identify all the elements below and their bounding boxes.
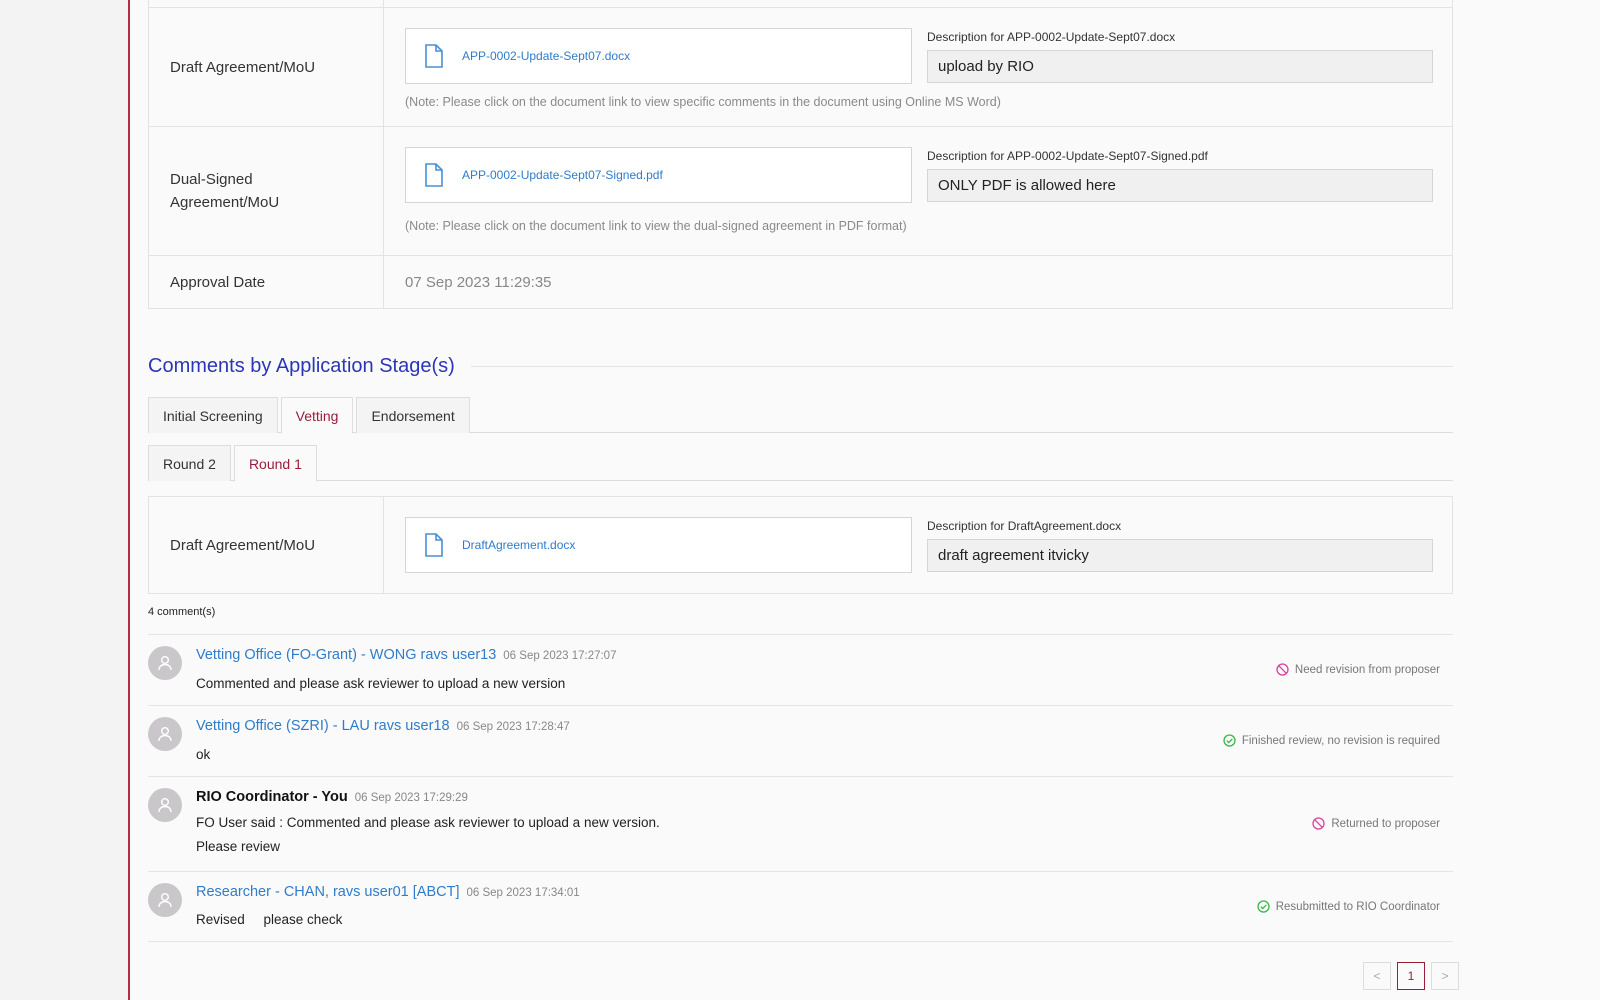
tab-initial-screening[interactable]: Initial Screening [148, 397, 278, 433]
dual-signed-description: Description for APP-0002-Update-Sept07-S… [927, 149, 1433, 202]
draft-agreement-row: Draft Agreement/MoU APP-0002-Update-Sept… [149, 7, 1452, 126]
comment-status: Resubmitted to RIO Coordinator [1257, 900, 1440, 913]
agreement-info-table: Draft Agreement/MoU APP-0002-Update-Sept… [148, 0, 1453, 309]
avatar [148, 788, 182, 822]
tab-round-1[interactable]: Round 1 [233, 445, 317, 482]
round-draft-agreement-value: DraftAgreement.docx Description for Draf… [384, 497, 1452, 593]
draft-agreement-file-box: APP-0002-Update-Sept07.docx [405, 28, 912, 84]
round-description: Description for DraftAgreement.docx [927, 519, 1433, 572]
section-title: Comments by Application Stage(s) [148, 355, 1453, 378]
round-tabs: Round 2 Round 1 [148, 445, 1453, 482]
description-input[interactable] [927, 169, 1433, 202]
blocked-icon [1312, 817, 1325, 830]
comment-author[interactable]: Researcher - CHAN, ravs user01 [ABCT] [196, 884, 460, 900]
round-draft-agreement-label: Draft Agreement/MoU [149, 497, 384, 593]
comment-author: RIO Coordinator - You [196, 789, 348, 805]
description-label: Description for APP-0002-Update-Sept07-S… [927, 149, 1208, 163]
comment-item: RIO Coordinator - You 06 Sep 2023 17:29:… [148, 777, 1453, 872]
user-icon [158, 656, 172, 671]
dual-signed-row: Dual-Signed Agreement/MoU APP-0002-Updat… [149, 126, 1452, 255]
document-icon [424, 163, 444, 187]
pagination: < 1 > [1357, 962, 1459, 990]
avatar [148, 717, 182, 751]
section-divider [470, 366, 1453, 367]
user-icon [158, 893, 172, 908]
user-icon [158, 798, 172, 813]
comment-author[interactable]: Vetting Office (FO-Grant) - WONG ravs us… [196, 647, 496, 663]
comments-list: Vetting Office (FO-Grant) - WONG ravs us… [148, 634, 1453, 942]
check-circle-icon [1257, 900, 1270, 913]
avatar [148, 883, 182, 917]
round-file-box: DraftAgreement.docx [405, 517, 912, 573]
dual-signed-label: Dual-Signed Agreement/MoU [149, 127, 384, 255]
round-draft-agreement-row: Draft Agreement/MoU DraftAgreement.docx … [149, 497, 1452, 593]
dual-signed-note: (Note: Please click on the document link… [405, 219, 907, 233]
comment-status-text: Returned to proposer [1331, 817, 1440, 830]
comment-status-text: Resubmitted to RIO Coordinator [1275, 900, 1440, 913]
comment-time: 06 Sep 2023 17:28:47 [456, 721, 570, 733]
section-title-text: Comments by Application Stage(s) [148, 355, 455, 377]
dual-signed-file-link[interactable]: APP-0002-Update-Sept07-Signed.pdf [462, 168, 663, 182]
approval-date-row: Approval Date 07 Sep 2023 11:29:35 [149, 255, 1452, 308]
dual-signed-value: APP-0002-Update-Sept07-Signed.pdf (Note:… [384, 127, 1452, 255]
round-document-table: Draft Agreement/MoU DraftAgreement.docx … [148, 496, 1453, 594]
next-page-button[interactable]: > [1431, 962, 1459, 990]
comment-text: FO User said : Commented and please ask … [196, 815, 660, 854]
comment-count: 4 comment(s) [148, 606, 216, 618]
page-1-button[interactable]: 1 [1397, 962, 1425, 990]
dual-signed-file-box: APP-0002-Update-Sept07-Signed.pdf [405, 147, 912, 203]
approval-date-value: 07 Sep 2023 11:29:35 [405, 273, 552, 291]
description-label: Description for DraftAgreement.docx [927, 519, 1122, 533]
user-icon [158, 727, 172, 742]
avatar [148, 646, 182, 680]
comment-time: 06 Sep 2023 17:34:01 [466, 887, 580, 899]
comment-text: Commented and please ask reviewer to upl… [196, 676, 566, 691]
description-label: Description for APP-0002-Update-Sept07.d… [927, 30, 1176, 44]
comment-status: Finished review, no revision is required [1223, 734, 1440, 747]
draft-agreement-label: Draft Agreement/MoU [149, 8, 384, 126]
tab-round-2[interactable]: Round 2 [148, 445, 231, 481]
blocked-icon [1276, 663, 1289, 676]
tab-vetting[interactable]: Vetting [280, 397, 354, 434]
draft-agreement-note: (Note: Please click on the document link… [405, 95, 1001, 109]
tab-endorsement[interactable]: Endorsement [356, 397, 470, 433]
comment-status-text: Finished review, no revision is required [1241, 734, 1440, 747]
approval-date-label: Approval Date [149, 256, 384, 308]
document-icon [424, 44, 444, 68]
document-icon [424, 533, 444, 557]
comment-time: 06 Sep 2023 17:27:07 [503, 650, 617, 662]
description-input[interactable] [927, 50, 1433, 83]
comment-status: Returned to proposer [1312, 817, 1440, 830]
comment-item: Vetting Office (SZRI) - LAU ravs user18 … [148, 706, 1453, 777]
draft-agreement-file-link[interactable]: APP-0002-Update-Sept07.docx [462, 49, 630, 63]
comment-author[interactable]: Vetting Office (SZRI) - LAU ravs user18 [196, 718, 450, 734]
comment-status: Need revision from proposer [1276, 663, 1440, 676]
comment-time: 06 Sep 2023 17:29:29 [354, 792, 468, 804]
table-top-spacer [149, 0, 1452, 7]
prev-page-button[interactable]: < [1363, 962, 1391, 990]
comment-item: Researcher - CHAN, ravs user01 [ABCT] 06… [148, 872, 1453, 942]
round-file-link[interactable]: DraftAgreement.docx [462, 538, 575, 552]
description-input[interactable] [927, 539, 1433, 572]
draft-agreement-description: Description for APP-0002-Update-Sept07.d… [927, 30, 1433, 83]
comment-item: Vetting Office (FO-Grant) - WONG ravs us… [148, 635, 1453, 706]
stage-tabs: Initial Screening Vetting Endorsement [148, 397, 1453, 434]
check-circle-icon [1223, 734, 1236, 747]
comment-status-text: Need revision from proposer [1294, 663, 1440, 676]
draft-agreement-value: APP-0002-Update-Sept07.docx (Note: Pleas… [384, 8, 1452, 126]
